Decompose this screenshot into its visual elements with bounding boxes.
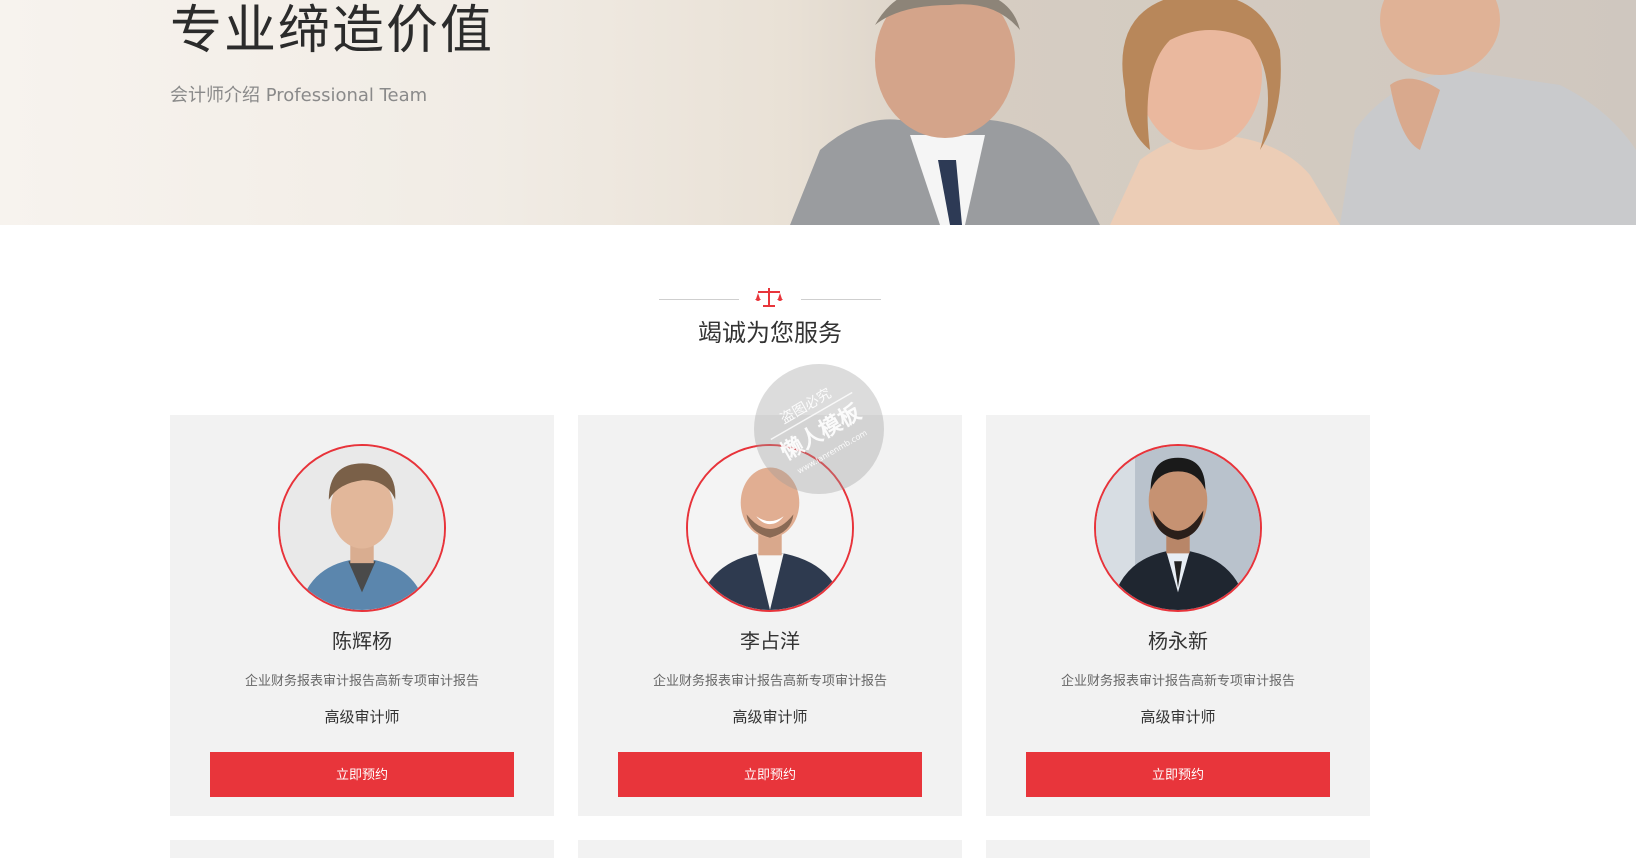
- book-now-button[interactable]: 立即预约: [210, 752, 514, 797]
- hero-banner: 专业缔造价值 会计师介绍 Professional Team: [0, 0, 1636, 225]
- scales-icon: [755, 288, 783, 307]
- member-name: 陈辉杨: [332, 629, 392, 653]
- team-card: 陈辉杨 企业财务报表审计报告高新专项审计报告 高级审计师 立即预约: [170, 415, 554, 816]
- banner-business-people-image: [790, 0, 1636, 225]
- banner-subtitle: 会计师介绍 Professional Team: [170, 85, 428, 106]
- banner-title: 专业缔造价值: [170, 1, 495, 61]
- member-name: 李占洋: [740, 629, 800, 653]
- team-card-partial: [578, 840, 962, 858]
- member-role: 高级审计师: [1140, 708, 1216, 726]
- member-name: 杨永新: [1148, 629, 1208, 653]
- member-role: 高级审计师: [732, 708, 808, 726]
- divider-left: [659, 299, 739, 300]
- member-description: 企业财务报表审计报告高新专项审计报告: [1060, 674, 1295, 689]
- member-description: 企业财务报表审计报告高新专项审计报告: [652, 674, 887, 689]
- section-header: 竭诚为您服务: [0, 280, 1636, 360]
- avatar: [1094, 444, 1262, 612]
- team-card: 杨永新 企业财务报表审计报告高新专项审计报告 高级审计师 立即预约: [986, 415, 1370, 816]
- team-card-partial: [170, 840, 554, 858]
- divider-right: [801, 299, 881, 300]
- watermark-stamp: 盗图必究 懒人模板 www.lanrenmb.com: [754, 364, 884, 494]
- team-card-partial: [986, 840, 1370, 858]
- avatar: [278, 444, 446, 612]
- book-now-button[interactable]: 立即预约: [618, 752, 922, 797]
- member-role: 高级审计师: [324, 708, 400, 726]
- member-description: 企业财务报表审计报告高新专项审计报告: [244, 674, 479, 689]
- section-title: 竭诚为您服务: [698, 319, 842, 347]
- book-now-button[interactable]: 立即预约: [1026, 752, 1330, 797]
